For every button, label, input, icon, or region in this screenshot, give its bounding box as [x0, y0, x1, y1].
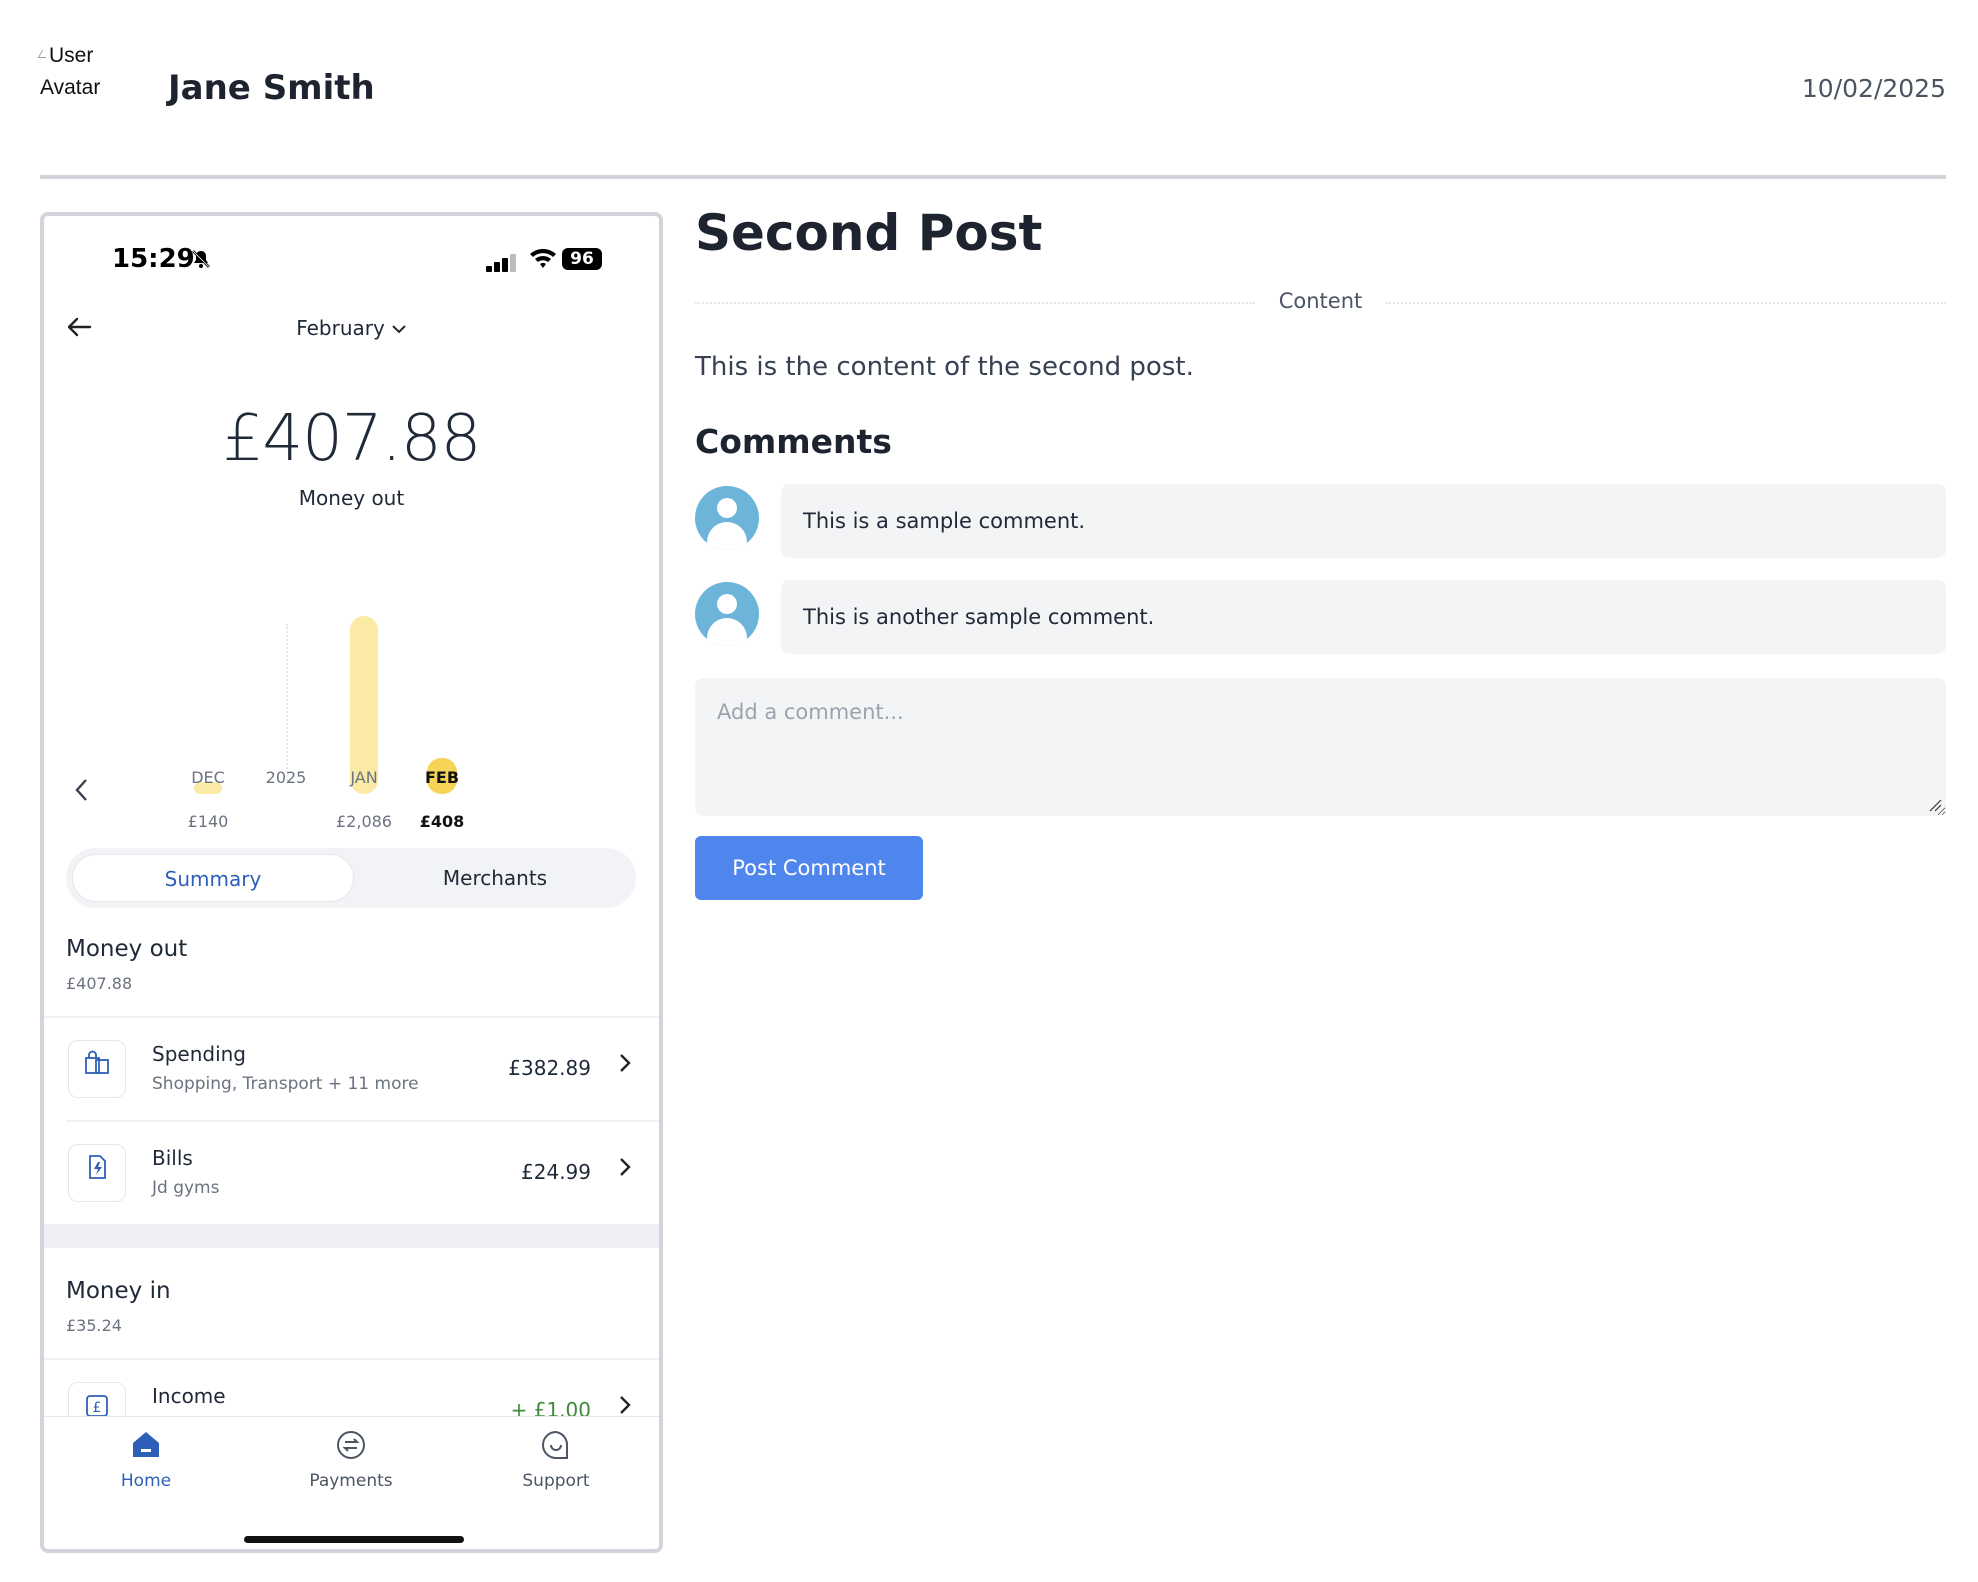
content-divider-label: Content [1278, 289, 1363, 313]
home-indicator [244, 1536, 464, 1543]
bell-muted-icon [190, 248, 212, 276]
money-out-amount: £407.88 [66, 974, 133, 993]
list-item-value: £382.89 [508, 1056, 591, 1080]
comment-item: This is another sample comment. [695, 580, 1946, 656]
tab-label: Payments [309, 1471, 393, 1491]
list-item-value: £24.99 [521, 1160, 591, 1184]
chart-value-label: £140 [187, 812, 229, 831]
post-title: Second Post [695, 204, 1043, 262]
month-nav: February [44, 312, 659, 352]
comments-heading: Comments [695, 422, 892, 461]
tab-merchants: Merchants [442, 866, 548, 890]
bottom-tab-bar: Home Payments Support [44, 1416, 659, 1549]
divider-line [1386, 302, 1946, 304]
chart-x-label: 2025 [265, 768, 307, 787]
tab-summary: Summary [72, 854, 354, 902]
post-date: 10/02/2025 [1801, 74, 1946, 103]
tab-label: Support [522, 1471, 590, 1491]
avatar-alt-text: User Avatar [40, 44, 101, 99]
page-header: User Avatar Jane Smith 10/02/2025 [37, 36, 1946, 136]
resize-handle-icon[interactable] [1928, 798, 1942, 812]
list-item-bills: Bills Jd gyms £24.99 [44, 1122, 659, 1224]
chevron-right-icon [617, 1154, 633, 1187]
content-divider: Content [695, 288, 1946, 318]
list-item-title: Income [152, 1384, 226, 1408]
commenter-avatar-icon [695, 582, 759, 646]
status-time: 15:29 [112, 244, 195, 274]
money-in-title: Money in [66, 1278, 171, 1304]
commenter-avatar-icon [695, 486, 759, 550]
post-image-phone-screenshot: 15:29 96 February £407.88 Money out DEC £… [40, 212, 663, 1553]
tab-payments: Payments [271, 1429, 431, 1491]
post-body: This is the content of the second post. [695, 352, 1194, 382]
money-out-title: Money out [66, 936, 188, 962]
bill-lightning-icon [68, 1144, 126, 1202]
chevron-left-icon [72, 776, 92, 811]
header-divider [40, 175, 1946, 179]
comment-input[interactable] [695, 678, 1946, 816]
chat-smile-icon [540, 1429, 572, 1461]
list-item-subtitle: Shopping, Transport + 11 more [152, 1074, 419, 1094]
money-in-amount: £35.24 [66, 1316, 122, 1335]
list-item-spending: Spending Shopping, Transport + 11 more £… [44, 1018, 659, 1120]
chart-x-label: DEC [191, 768, 225, 787]
chart-value-label: £408 [419, 812, 465, 831]
transfer-icon [335, 1429, 367, 1461]
author-name: Jane Smith [168, 68, 375, 108]
month-label: February [296, 316, 385, 340]
status-bar: 15:29 96 [44, 244, 659, 284]
chart-year-separator [286, 624, 288, 784]
post-comment-button[interactable]: Post Comment [695, 836, 923, 900]
total-amount: £407.88 [222, 402, 482, 476]
tab-support: Support [476, 1429, 636, 1491]
comment-text: This is another sample comment. [781, 580, 1946, 654]
shopping-bags-icon [68, 1040, 126, 1098]
tab-label: Home [120, 1471, 172, 1491]
month-dropdown: February [44, 316, 659, 340]
cell-signal-icon [486, 254, 518, 272]
user-avatar: User Avatar [37, 40, 120, 104]
chart-x-label: JAN [350, 768, 378, 787]
list-item-title: Spending [152, 1042, 246, 1066]
list-item-title: Bills [152, 1146, 193, 1170]
home-icon [130, 1429, 162, 1461]
comment-text: This is a sample comment. [781, 484, 1946, 558]
chevron-down-icon [391, 320, 407, 339]
section-gap [44, 1224, 659, 1248]
list-item-subtitle: Jd gyms [152, 1178, 220, 1198]
summary-merchants-switch: Summary Merchants [66, 848, 636, 908]
svg-text:£: £ [93, 1400, 102, 1416]
wifi-icon [528, 246, 558, 277]
total-amount-label: Money out [298, 486, 405, 510]
chart-x-label: FEB [424, 768, 460, 787]
chevron-right-icon [617, 1050, 633, 1083]
comment-item: This is a sample comment. [695, 484, 1946, 560]
battery-level: 96 [562, 248, 602, 270]
chart-value-label: £2,086 [336, 812, 392, 831]
tab-home: Home [66, 1429, 226, 1491]
